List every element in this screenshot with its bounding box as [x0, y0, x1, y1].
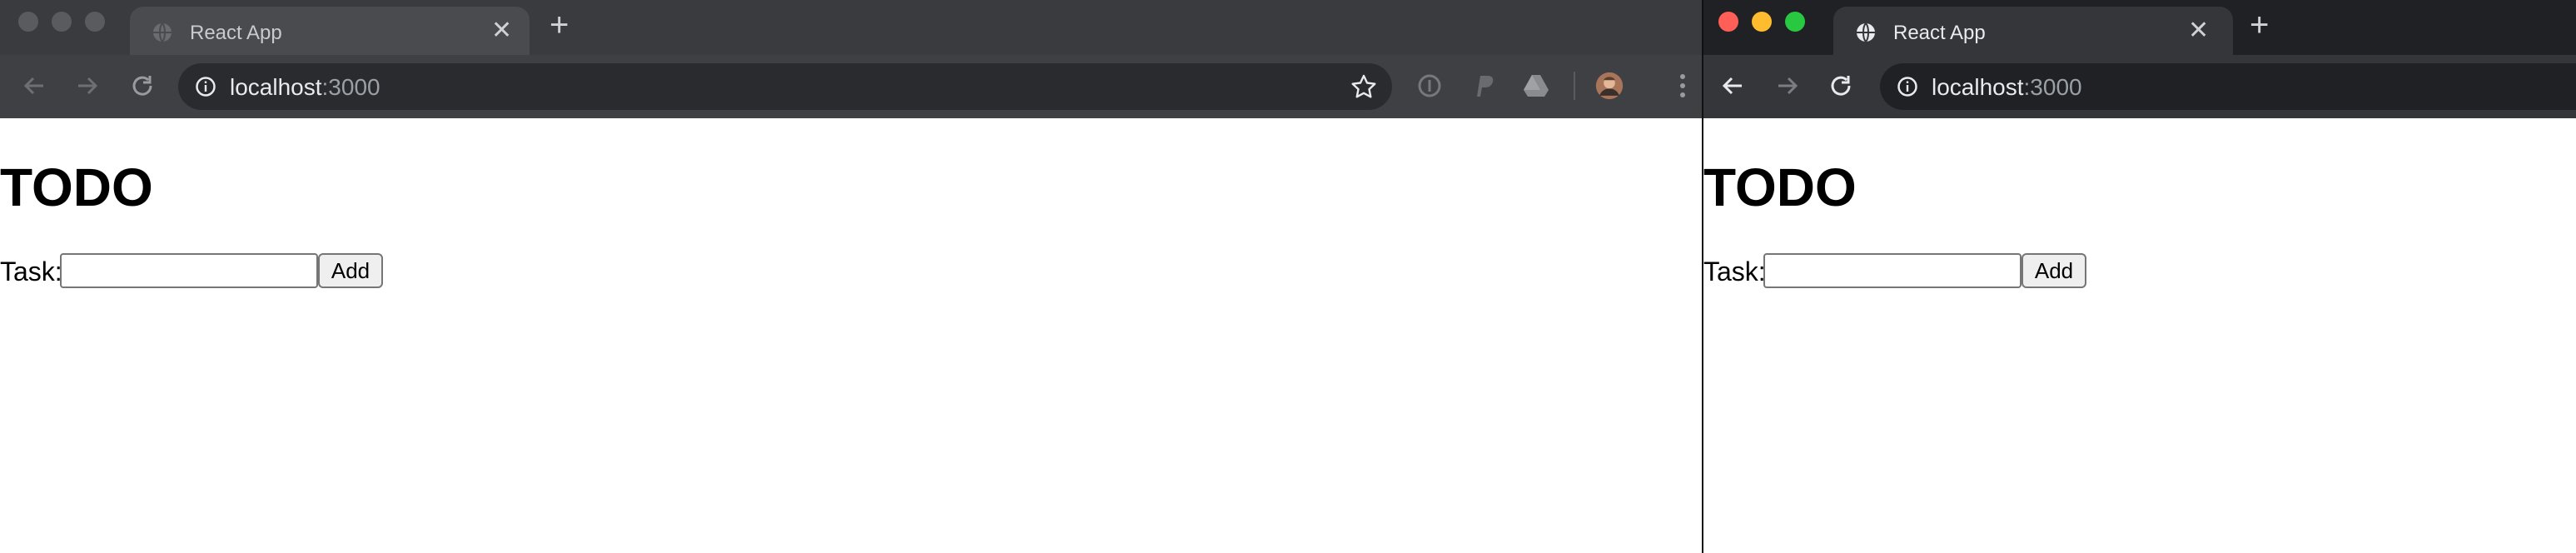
reload-button[interactable]	[1823, 68, 1858, 103]
maximize-window-button[interactable]	[1785, 12, 1805, 32]
back-button[interactable]	[1715, 68, 1750, 103]
arrow-right-icon	[1778, 77, 1798, 95]
task-label: Task:	[1703, 257, 1766, 286]
profile-avatar[interactable]	[1595, 72, 1624, 100]
add-button[interactable]: Add	[2022, 253, 2086, 288]
more-vert-icon	[1680, 74, 1685, 97]
add-button[interactable]: Add	[318, 253, 383, 288]
task-label: Task:	[0, 257, 62, 286]
tab-close-icon[interactable]: ✕	[2188, 18, 2209, 43]
close-window-button[interactable]	[18, 12, 38, 32]
arrow-left-icon	[23, 77, 43, 95]
tab-strip: React App ✕ +	[0, 0, 1702, 55]
page-heading: TODO	[0, 157, 153, 217]
paypal-extension-icon[interactable]	[1469, 72, 1497, 100]
tab-title: React App	[1893, 22, 1986, 44]
browser-window-left: React App ✕ + localhost:3000 TODO Task: …	[0, 0, 1702, 553]
arrow-left-icon	[1722, 77, 1742, 95]
url-host: localhost	[1932, 74, 2024, 100]
forward-button[interactable]	[70, 68, 105, 103]
globe-icon	[1857, 22, 1875, 42]
address-bar[interactable]: localhost:3000	[178, 63, 1392, 110]
arrow-right-icon	[78, 77, 98, 95]
url-port: :3000	[2023, 74, 2082, 100]
address-bar[interactable]: localhost:3000	[1880, 63, 2576, 110]
info-icon	[1897, 77, 1917, 97]
reload-icon	[132, 76, 152, 96]
url-text: localhost:3000	[230, 74, 380, 101]
page-heading: TODO	[1703, 157, 1857, 217]
tab-close-icon[interactable]: ✕	[491, 18, 512, 43]
new-tab-button[interactable]: +	[2250, 8, 2269, 42]
google-drive-extension-icon[interactable]	[1522, 72, 1550, 100]
close-window-button[interactable]	[1718, 12, 1738, 32]
info-circle-icon	[1418, 74, 1441, 97]
task-input[interactable]	[1763, 253, 2022, 288]
url-host: localhost	[230, 74, 322, 100]
info-icon	[196, 77, 216, 97]
minimize-window-button[interactable]	[52, 12, 72, 32]
tab-strip: React App ✕ +	[1703, 0, 2576, 55]
google-drive-icon	[1524, 75, 1549, 97]
new-tab-button[interactable]: +	[550, 8, 569, 42]
bookmark-star-icon[interactable]	[1350, 73, 1377, 100]
toolbar-separator	[1574, 72, 1575, 100]
chrome-menu-button[interactable]	[1668, 72, 1697, 100]
tab-react-app[interactable]: React App ✕	[1833, 7, 2233, 55]
maximize-window-button[interactable]	[85, 12, 105, 32]
back-button[interactable]	[17, 68, 52, 103]
minimize-window-button[interactable]	[1752, 12, 1772, 32]
info-circle-extension-icon[interactable]	[1415, 72, 1444, 100]
globe-icon	[153, 22, 172, 42]
reload-icon	[1831, 76, 1851, 96]
url-text: localhost:3000	[1932, 74, 2082, 101]
browser-window-right: React App ✕ + localhost:3000 TODO Task: …	[1703, 0, 2576, 553]
page-content: TODO Task: Add	[1703, 118, 2576, 553]
tab-react-app[interactable]: React App ✕	[130, 7, 530, 55]
tab-title: React App	[190, 22, 282, 44]
url-port: :3000	[321, 74, 380, 100]
avatar-icon	[1595, 72, 1624, 100]
page-content: TODO Task: Add	[0, 118, 1702, 553]
paypal-icon	[1477, 76, 1494, 97]
task-input[interactable]	[60, 253, 318, 288]
forward-button[interactable]	[1770, 68, 1805, 103]
reload-button[interactable]	[125, 68, 160, 103]
